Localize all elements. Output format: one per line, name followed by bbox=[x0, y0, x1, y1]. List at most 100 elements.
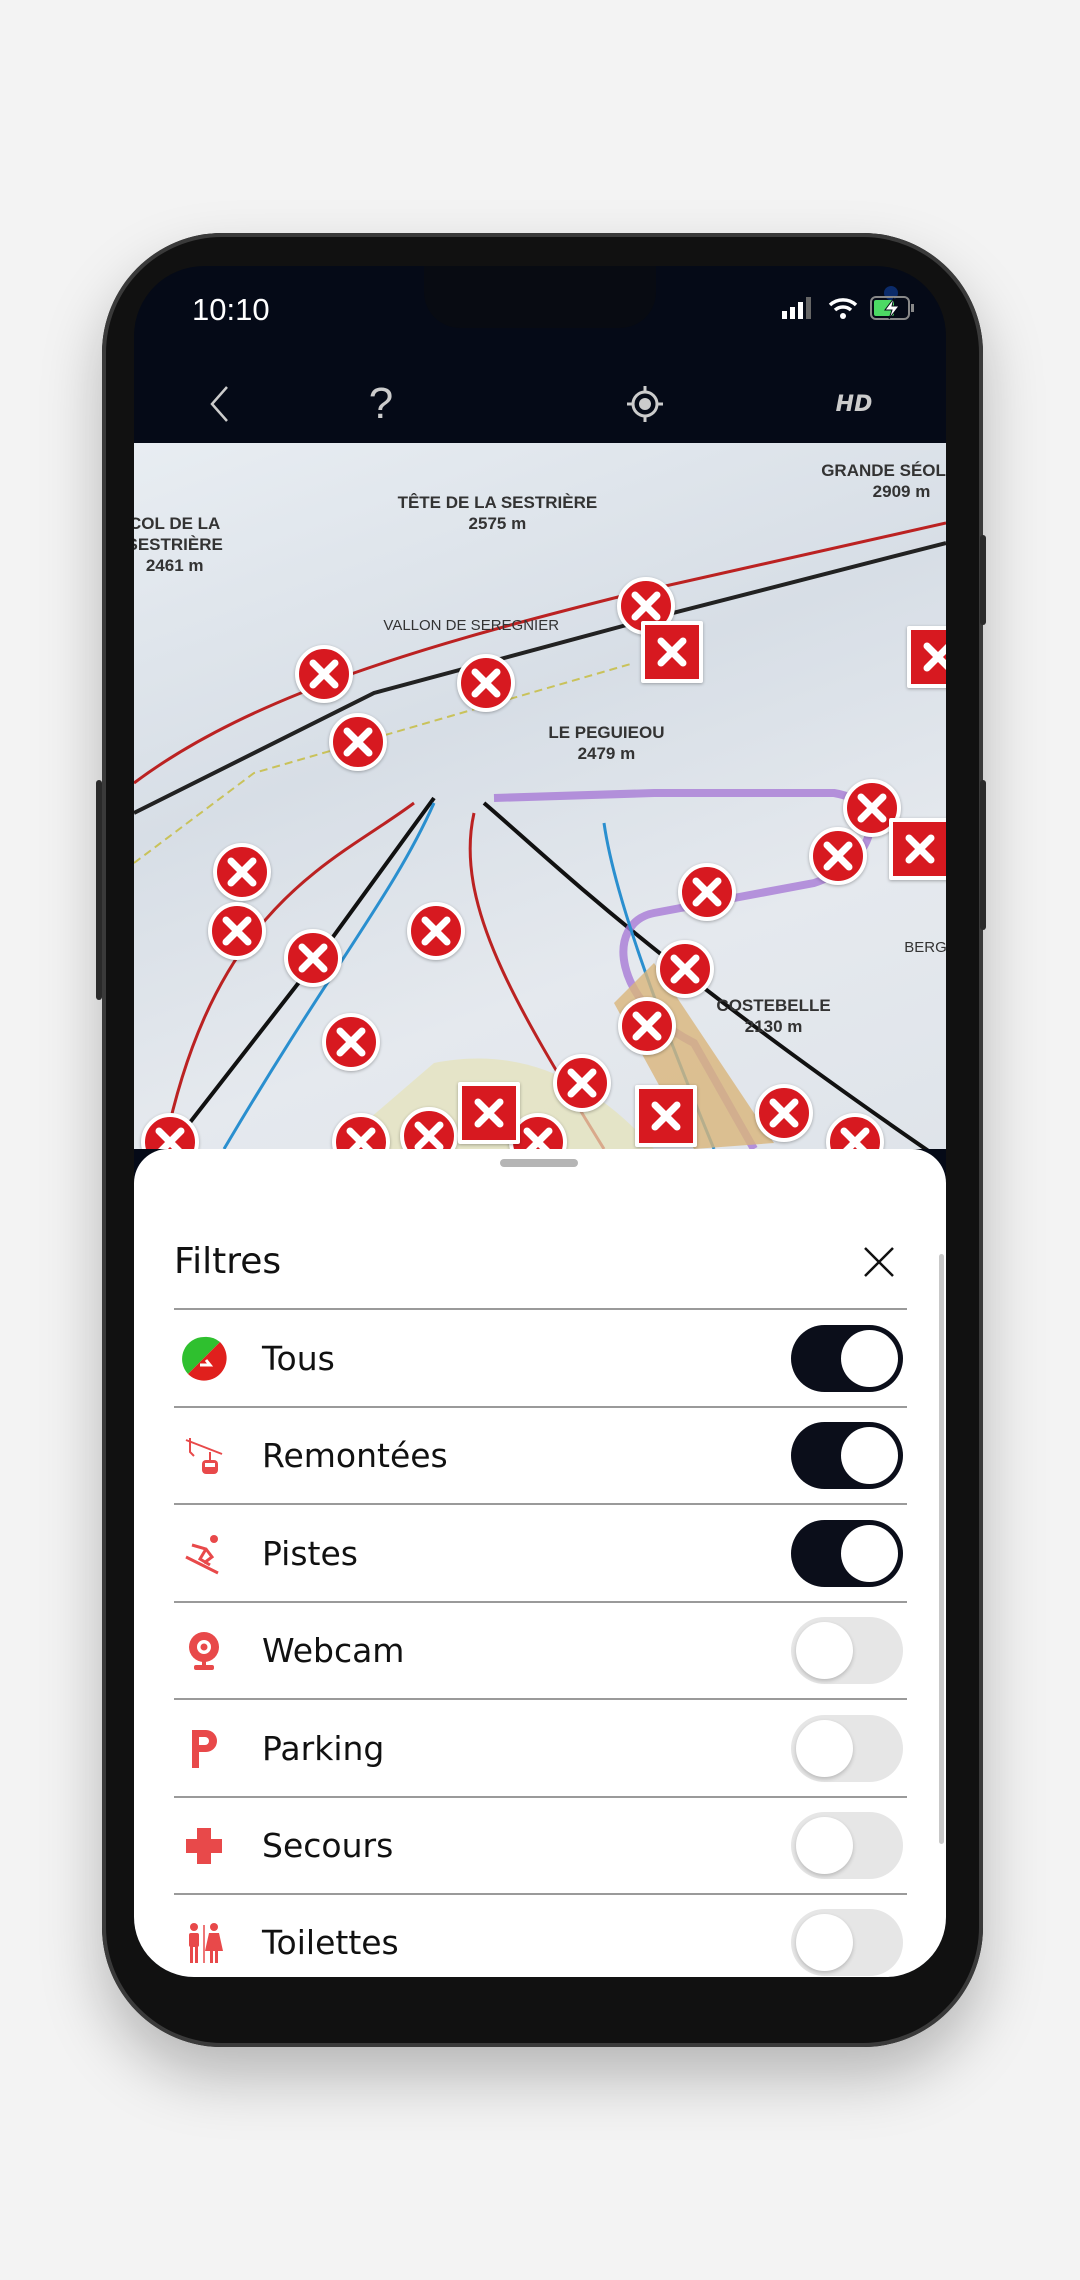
close-x-icon bbox=[670, 954, 700, 984]
closed-piste-marker[interactable] bbox=[456, 653, 515, 712]
close-x-icon bbox=[346, 1127, 376, 1149]
map-label: COL DE LA SESTRIÈRE 2461 m bbox=[134, 513, 223, 575]
filter-label: Parking bbox=[262, 1728, 385, 1768]
closed-piste-marker[interactable] bbox=[754, 1084, 813, 1143]
all-status-icon bbox=[174, 1329, 234, 1389]
locate-button[interactable] bbox=[620, 366, 670, 442]
toggle-knob bbox=[796, 1817, 853, 1874]
crosshair-icon bbox=[627, 386, 663, 422]
filter-row-tous: Tous bbox=[174, 1310, 907, 1407]
close-x-icon bbox=[471, 668, 501, 698]
notch bbox=[424, 266, 898, 328]
close-x-icon bbox=[823, 841, 853, 871]
closed-piste-marker[interactable] bbox=[212, 842, 271, 901]
help-button[interactable]: ? bbox=[356, 366, 406, 442]
filter-toggle[interactable] bbox=[791, 1325, 903, 1392]
filters-sheet: Filtres Tous Remontées Pistes Webcam Parking… bbox=[134, 1149, 946, 1977]
phone-button bbox=[980, 780, 986, 930]
lift-line bbox=[134, 541, 946, 815]
closed-piste-marker[interactable] bbox=[808, 826, 867, 885]
filter-toggle[interactable] bbox=[791, 1617, 903, 1685]
map-label: COSTEBELLE 2130 m bbox=[716, 996, 831, 1037]
close-x-icon bbox=[227, 857, 257, 887]
close-x-icon bbox=[631, 591, 661, 621]
toggle-knob bbox=[796, 1719, 853, 1777]
filter-toggle[interactable] bbox=[791, 1519, 903, 1587]
closed-lift-marker[interactable] bbox=[640, 621, 703, 684]
phone-button bbox=[980, 535, 986, 625]
filter-row-webcam: Webcam bbox=[174, 1602, 907, 1699]
filter-label: Toilettes bbox=[262, 1923, 399, 1963]
toggle-knob bbox=[841, 1330, 898, 1387]
hd-button[interactable]: HD bbox=[824, 366, 884, 442]
phone-button bbox=[96, 780, 102, 1000]
drag-handle[interactable] bbox=[500, 1159, 578, 1167]
webcam-icon bbox=[174, 1621, 234, 1681]
filter-toggle[interactable] bbox=[791, 1714, 903, 1782]
close-x-icon bbox=[474, 1098, 504, 1128]
closed-piste-marker[interactable] bbox=[328, 713, 387, 772]
close-x-icon bbox=[905, 834, 935, 864]
filter-toggle[interactable] bbox=[791, 1422, 903, 1490]
map-label: VALLON DE SEREGNIER bbox=[383, 616, 560, 634]
closed-piste-marker[interactable] bbox=[321, 1012, 380, 1071]
filter-label: Secours bbox=[262, 1826, 394, 1865]
close-x-icon bbox=[651, 1101, 681, 1131]
close-x-icon bbox=[421, 916, 451, 946]
sheet-title: Filtres bbox=[174, 1241, 282, 1282]
close-icon bbox=[864, 1247, 894, 1277]
close-x-icon bbox=[857, 793, 887, 823]
close-x-icon bbox=[222, 916, 252, 946]
closed-lift-marker[interactable] bbox=[889, 817, 946, 880]
status-time: 10:10 bbox=[192, 292, 270, 327]
close-x-icon bbox=[840, 1127, 870, 1149]
scrollbar[interactable] bbox=[939, 1254, 944, 1844]
closed-piste-marker[interactable] bbox=[677, 863, 736, 922]
map-trails bbox=[134, 521, 946, 1149]
battery-charging-icon bbox=[870, 296, 914, 320]
ski-map[interactable]: COL DE LA SESTRIÈRE 2461 m TÊTE DE LA SES… bbox=[134, 443, 946, 1149]
filter-label: Webcam bbox=[262, 1631, 405, 1671]
screen: 10:10 ? HD COL DE LA SESTRIÈRE 2461 m TÊ… bbox=[134, 266, 946, 1977]
map-label: BERGERIES bbox=[904, 939, 946, 957]
wifi-icon bbox=[828, 298, 858, 319]
close-x-icon bbox=[336, 1027, 366, 1057]
ski-lift-icon bbox=[174, 1426, 234, 1486]
toggle-knob bbox=[796, 1622, 853, 1680]
closed-piste-marker[interactable] bbox=[618, 996, 677, 1055]
filter-label: Tous bbox=[262, 1339, 335, 1378]
closed-piste-marker[interactable] bbox=[655, 940, 714, 999]
filter-label: Pistes bbox=[262, 1533, 358, 1573]
filter-label: Remontées bbox=[262, 1436, 448, 1476]
skier-icon bbox=[174, 1523, 234, 1583]
close-x-icon bbox=[632, 1011, 662, 1041]
close-button[interactable] bbox=[854, 1237, 904, 1287]
toggle-knob bbox=[796, 1914, 853, 1972]
status-icons bbox=[782, 296, 916, 320]
filter-row-parking: Parking bbox=[174, 1700, 907, 1797]
toggle-knob bbox=[841, 1427, 898, 1485]
piste-line bbox=[162, 801, 415, 1149]
close-x-icon bbox=[309, 659, 339, 689]
filter-toggle[interactable] bbox=[791, 1909, 903, 1977]
chevron-left-icon bbox=[210, 386, 228, 422]
piste-line bbox=[134, 521, 946, 785]
map-label: LE PEGUIEOU 2479 m bbox=[548, 723, 665, 764]
signal-icon bbox=[782, 297, 811, 319]
filter-row-pistes: Pistes bbox=[174, 1505, 907, 1602]
close-x-icon bbox=[923, 642, 946, 672]
closed-lift-marker[interactable] bbox=[635, 1085, 698, 1148]
close-x-icon bbox=[523, 1127, 553, 1149]
filter-toggle[interactable] bbox=[791, 1812, 903, 1879]
close-x-icon bbox=[692, 877, 722, 907]
close-x-icon bbox=[769, 1098, 799, 1128]
closed-lift-marker[interactable] bbox=[457, 1082, 520, 1145]
back-button[interactable] bbox=[194, 366, 244, 442]
first-aid-icon bbox=[174, 1816, 234, 1876]
closed-piste-marker[interactable] bbox=[552, 1053, 611, 1112]
filter-row-remontees: Remontées bbox=[174, 1407, 907, 1504]
close-x-icon bbox=[155, 1127, 185, 1149]
closed-lift-marker[interactable] bbox=[906, 625, 946, 688]
map-label: GRANDE SÉOLANE 2909 m bbox=[821, 461, 946, 502]
closed-piste-marker[interactable] bbox=[283, 928, 342, 987]
